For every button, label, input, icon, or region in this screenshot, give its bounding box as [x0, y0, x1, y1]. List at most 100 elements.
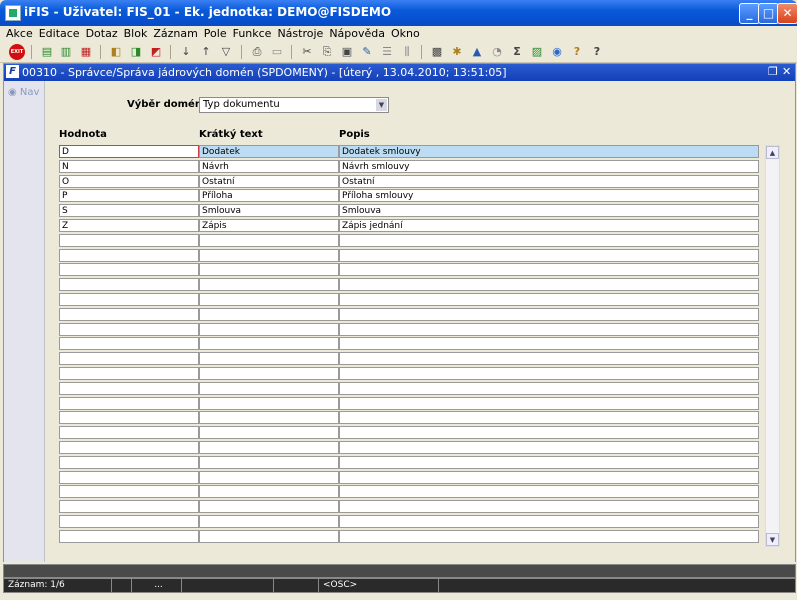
cell-hodnota[interactable]: D: [59, 145, 199, 158]
cell-hodnota[interactable]: [59, 263, 199, 277]
cell-popis[interactable]: [339, 367, 759, 380]
vertical-scrollbar[interactable]: ▲ ▼: [765, 145, 780, 547]
table-row[interactable]: [59, 411, 759, 425]
copy-record-icon[interactable]: ▥: [58, 44, 74, 60]
cell-popis[interactable]: [339, 441, 759, 454]
cell-hodnota[interactable]: [59, 322, 199, 336]
scroll-down-icon[interactable]: ▼: [766, 533, 779, 546]
cell-popis[interactable]: [339, 396, 759, 410]
menu-okno[interactable]: Okno: [388, 26, 423, 42]
restore-icon[interactable]: ❐: [768, 65, 778, 78]
cell-kratky-text[interactable]: [199, 500, 339, 514]
table-row[interactable]: [59, 263, 759, 277]
exit-button[interactable]: EXIT: [9, 44, 25, 60]
cell-hodnota[interactable]: P: [59, 189, 199, 203]
cell-kratky-text[interactable]: [199, 352, 339, 366]
cell-hodnota[interactable]: [59, 352, 199, 366]
delete-record-icon[interactable]: ▦: [78, 44, 94, 60]
cell-hodnota[interactable]: [59, 485, 199, 499]
table-row[interactable]: D Dodatek Dodatek smlouvy: [59, 145, 759, 159]
sort-descending-icon[interactable]: ↑: [198, 44, 214, 60]
internet-icon[interactable]: ◉: [549, 44, 565, 60]
cell-hodnota[interactable]: [59, 307, 199, 321]
cell-kratky-text[interactable]: [199, 278, 339, 292]
cell-kratky-text[interactable]: [199, 367, 339, 380]
menu-blok[interactable]: Blok: [121, 26, 151, 42]
domain-select[interactable]: Typ dokumentu ▼: [199, 97, 389, 113]
cell-hodnota[interactable]: [59, 248, 199, 262]
nav-label[interactable]: ◉ Nav: [8, 87, 39, 98]
menu-editace[interactable]: Editace: [36, 26, 83, 42]
cell-popis[interactable]: [339, 322, 759, 336]
query-cancel-icon[interactable]: ◩: [148, 44, 164, 60]
cell-kratky-text[interactable]: [199, 322, 339, 336]
insert-record-icon[interactable]: ▤: [39, 44, 55, 60]
cell-kratky-text[interactable]: [199, 441, 339, 454]
cell-hodnota[interactable]: [59, 529, 199, 543]
cell-popis[interactable]: [339, 263, 759, 277]
cell-popis[interactable]: [339, 337, 759, 351]
cell-popis[interactable]: Návrh smlouvy: [339, 159, 759, 173]
sum-icon[interactable]: Σ: [509, 44, 525, 60]
scroll-up-icon[interactable]: ▲: [766, 146, 779, 159]
print-icon[interactable]: ⎙: [249, 44, 265, 60]
cell-hodnota[interactable]: S: [59, 204, 199, 218]
form-close-icon[interactable]: ✕: [782, 65, 791, 78]
cell-hodnota[interactable]: Z: [59, 219, 199, 232]
cut-icon[interactable]: ✂: [299, 44, 315, 60]
close-button[interactable]: ✕: [777, 3, 797, 24]
edit-icon[interactable]: ✎: [359, 44, 375, 60]
table-row[interactable]: Z Zápis Zápis jednání: [59, 219, 759, 233]
table-row[interactable]: [59, 322, 759, 337]
cell-hodnota[interactable]: [59, 411, 199, 425]
cell-kratky-text[interactable]: Dodatek: [199, 145, 339, 158]
cell-popis[interactable]: [339, 529, 759, 543]
table-row[interactable]: [59, 233, 759, 248]
menu-nastroje[interactable]: Nástroje: [274, 26, 326, 42]
cell-popis[interactable]: Ostatní: [339, 174, 759, 188]
cell-hodnota[interactable]: [59, 470, 199, 484]
cell-popis[interactable]: [339, 485, 759, 499]
table-row[interactable]: [59, 352, 759, 366]
cell-kratky-text[interactable]: [199, 529, 339, 543]
nav-panel[interactable]: ◉ Nav: [4, 81, 45, 562]
cell-popis[interactable]: [339, 500, 759, 514]
table-row[interactable]: O Ostatní Ostatní: [59, 174, 759, 189]
cell-popis[interactable]: [339, 248, 759, 262]
cell-kratky-text[interactable]: [199, 248, 339, 262]
query-enter-icon[interactable]: ◧: [108, 44, 124, 60]
cell-kratky-text[interactable]: [199, 293, 339, 306]
cell-kratky-text[interactable]: [199, 455, 339, 469]
cell-kratky-text[interactable]: [199, 307, 339, 321]
triangle-icon[interactable]: ▲: [469, 44, 485, 60]
cell-popis[interactable]: [339, 352, 759, 366]
cell-hodnota[interactable]: [59, 233, 199, 247]
table-row[interactable]: [59, 248, 759, 263]
cell-hodnota[interactable]: [59, 396, 199, 410]
cell-hodnota[interactable]: N: [59, 159, 199, 173]
cell-popis[interactable]: [339, 381, 759, 395]
cell-kratky-text[interactable]: [199, 263, 339, 277]
cell-popis[interactable]: Zápis jednání: [339, 219, 759, 232]
menu-pole[interactable]: Pole: [201, 26, 230, 42]
cell-hodnota[interactable]: [59, 441, 199, 454]
table-row[interactable]: [59, 367, 759, 381]
cell-kratky-text[interactable]: [199, 381, 339, 395]
cell-hodnota[interactable]: [59, 367, 199, 380]
cell-popis[interactable]: [339, 233, 759, 247]
cell-hodnota[interactable]: [59, 278, 199, 292]
cell-hodnota[interactable]: [59, 293, 199, 306]
copy-icon[interactable]: ⎘: [319, 44, 335, 60]
cell-kratky-text[interactable]: [199, 426, 339, 440]
paste-icon[interactable]: ▣: [339, 44, 355, 60]
menu-akce[interactable]: Akce: [3, 26, 36, 42]
table-row[interactable]: [59, 396, 759, 411]
cell-kratky-text[interactable]: Návrh: [199, 159, 339, 173]
filter-icon[interactable]: ▽: [218, 44, 234, 60]
clock-icon[interactable]: ◔: [489, 44, 505, 60]
cell-hodnota[interactable]: O: [59, 174, 199, 188]
cell-kratky-text[interactable]: [199, 337, 339, 351]
help-icon[interactable]: ?: [569, 44, 585, 60]
minimize-button[interactable]: _: [739, 3, 760, 24]
cell-kratky-text[interactable]: [199, 485, 339, 499]
